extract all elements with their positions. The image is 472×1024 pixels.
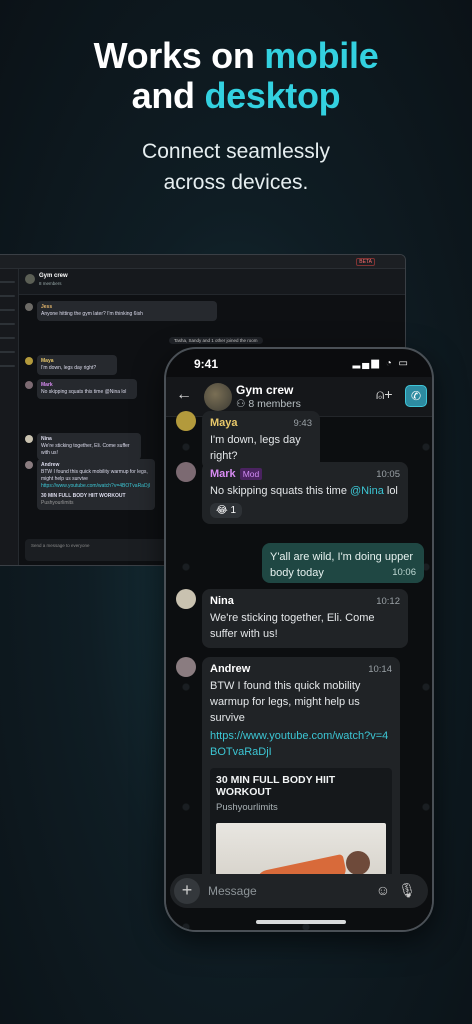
mod-badge: Mod [239,468,263,480]
message-author: Nina [210,595,234,607]
avatar [25,461,33,469]
avatar[interactable] [176,589,196,609]
hero-subtitle-line1: Connect seamlessly [142,140,330,163]
avatar[interactable] [176,462,196,482]
message-text: We're sticking together, Eli. Come suffe… [41,443,130,456]
hero-line1-accent: mobile [264,35,379,76]
avatar [25,381,33,389]
message-bubble[interactable]: Mark Mod 10:05 No skipping squats this ti… [202,462,408,524]
desktop-chat-header: Gym crew 8 members [19,269,405,295]
message-header: Mark Mod [210,468,400,480]
desktop-group-members: 8 members [39,281,62,286]
members-icon: ⚇ [236,398,249,410]
own-message-bubble[interactable]: Y'all are wild, I'm doing upper body tod… [262,543,424,583]
avatar [25,303,33,311]
group-avatar[interactable] [204,383,232,411]
message-author: Mark [210,468,236,480]
message-text: I'm down, legs day right? [210,434,301,462]
sidebar-item[interactable] [0,365,15,367]
message-time: 10:14 [368,664,392,675]
hero-title: Works on mobile and desktop [0,36,472,116]
message-link[interactable]: https://www.youtube.com/watch?v=4BOTvaRa… [41,483,151,490]
chat-messages[interactable]: Maya 9:43 I'm down, legs day right? Mark… [166,411,432,930]
avatar[interactable] [176,411,196,431]
message-text: No skipping squats this time @Nina lol [41,389,127,395]
link-preview[interactable]: 30 MIN FULL BODY HIIT WORKOUT Pushyourli… [210,768,392,887]
message-text: We're sticking together, Eli. Come suffe… [210,612,375,640]
sidebar-item[interactable] [0,281,15,283]
sidebar-item[interactable] [0,337,15,339]
message-author: Andrew [41,462,60,468]
workout-head-shape [346,851,370,875]
preview-title: 30 MIN FULL BODY HIIT WORKOUT [41,493,126,499]
avatar [25,357,33,365]
sidebar-item[interactable] [0,323,15,325]
message-author: Mark [41,382,53,388]
desktop-group-title: Gym crew [39,273,68,279]
message-composer: + Message ☺ 🎙 [170,874,428,908]
message-text: No skipping squats this time @Nina lol [210,485,398,497]
group-members: ⚇ 8 members [236,398,301,410]
message-link[interactable]: https://www.youtube.com/watch?v=4BOTvaRa… [210,728,392,760]
message-text: Anyone hitting the gym later? I'm thinki… [41,311,143,317]
desktop-message: Andrew BTW I found this quick mobility w… [37,459,155,510]
group-avatar [25,274,35,284]
message-time: 10:12 [376,596,400,607]
desktop-message: Mark No skipping squats this time @Nina … [37,379,137,399]
avatar[interactable] [176,657,196,677]
desktop-message: Nina We're sticking together, Eli. Come … [37,433,141,460]
hero-line2-text: and [131,75,205,116]
call-button[interactable]: ✆ [405,385,427,407]
preview-subtitle: Pushyourlimits [41,500,74,506]
desktop-message: Maya I'm down, legs day right? [37,355,117,375]
add-member-icon[interactable]: ⍝+ [376,386,393,403]
message-author: Jess [41,304,53,310]
message-text: I'm down, legs day right? [41,365,97,371]
group-title[interactable]: Gym crew [236,383,293,397]
mention-link[interactable]: @Nina [350,485,384,497]
status-icons: ▂▄▆ ◔ ▭ [352,358,410,369]
avatar [25,435,33,443]
microphone-icon[interactable]: 🎙 [398,882,416,899]
message-time: 10:06 [392,567,416,578]
desktop-message: Jess Anyone hitting the gym later? I'm t… [37,301,217,321]
beta-badge: BETA [356,258,375,266]
message-time: 9:43 [293,418,313,429]
hero-line2-accent: desktop [204,75,341,116]
preview-title: 30 MIN FULL BODY HIIT WORKOUT [216,774,336,798]
hero-line1-text: Works on [93,35,265,76]
desktop-sidebar[interactable] [0,269,19,565]
message-text: BTW I found this quick mobility warmup f… [210,680,361,724]
hero-subtitle-line2: across devices. [163,171,309,194]
joined-notice: Tasha, Sandy and 1 other joined the room [169,337,263,344]
message-author: Maya [41,358,54,364]
desktop-titlebar: BETA [0,255,405,269]
message-time: 10:05 [376,469,400,480]
message-author: Nina [41,436,52,442]
phone-frame: 9:41 ▂▄▆ ◔ ▭ ← Gym crew ⚇ 8 members ⍝+ ✆… [164,347,434,932]
sidebar-item[interactable] [0,295,15,297]
message-input[interactable]: Message [208,884,257,898]
preview-subtitle: Pushyourlimits [216,802,278,813]
status-time: 9:41 [194,357,219,371]
message-bubble[interactable]: Andrew 10:14 BTW I found this quick mobi… [202,657,400,887]
hero-subtitle: Connect seamlessly across devices. [0,136,472,198]
emoji-icon[interactable]: ☺ [376,882,390,898]
members-count: 8 members [248,398,301,410]
back-arrow-icon[interactable]: ← [176,386,192,404]
plus-icon[interactable]: + [174,878,200,904]
message-bubble[interactable]: Nina 10:12 We're sticking together, Eli.… [202,589,408,648]
reaction-chip[interactable]: 😂 1 [210,503,243,518]
message-author: Andrew [210,663,251,675]
message-text: BTW I found this quick mobility warmup f… [41,469,148,482]
sidebar-item[interactable] [0,309,15,311]
home-indicator [256,920,346,924]
sidebar-item[interactable] [0,351,15,353]
